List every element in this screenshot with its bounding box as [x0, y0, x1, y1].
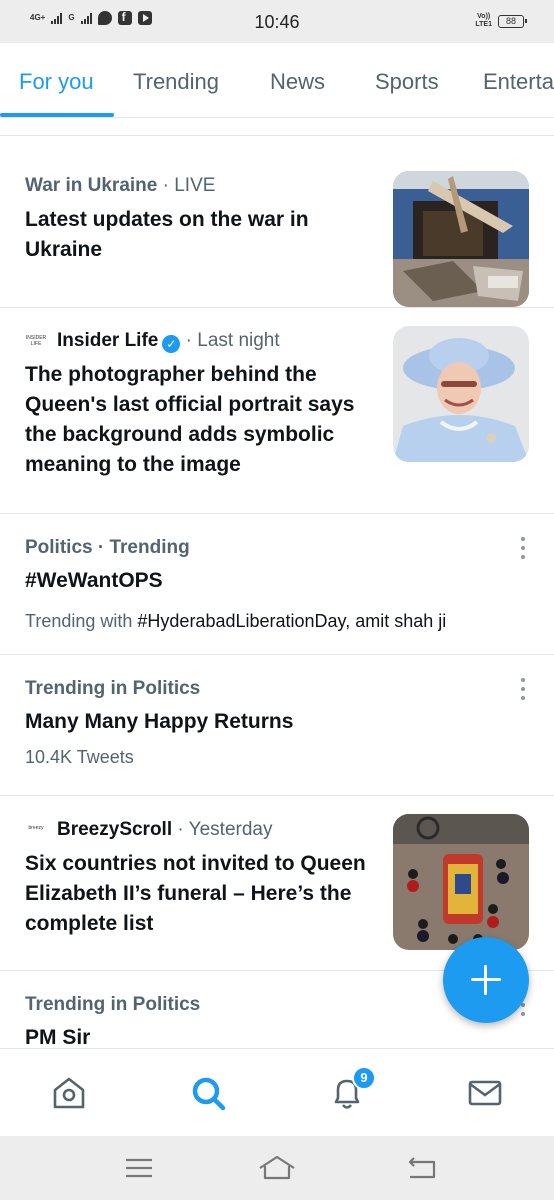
trend-card-happy-returns[interactable]: Trending in Politics Many Many Happy Ret… — [0, 655, 554, 796]
trend-category: Politics · Trending — [25, 537, 190, 558]
source-name: Insider Life — [57, 330, 159, 351]
live-label: LIVE — [174, 175, 216, 196]
search-icon[interactable] — [188, 1073, 228, 1113]
system-home-icon[interactable] — [257, 1152, 297, 1184]
notification-count-badge: 9 — [352, 1066, 376, 1090]
trend-title: #WeWantOPS — [25, 569, 163, 592]
volte-line2: LTE1 — [475, 21, 492, 28]
trend-tweet-count: 10.4K Tweets — [25, 747, 134, 767]
insider-life-logo: INSIDER LIFE — [25, 335, 47, 347]
source-time: Last night — [197, 330, 280, 351]
menu-icon[interactable] — [119, 1152, 159, 1184]
bottom-nav: 9 — [0, 1048, 554, 1136]
status-bar: 4G+ G 10:46 Vo))LTE1 88 — [0, 0, 554, 43]
trend-context: Trending with #HyderabadLiberationDay, a… — [25, 611, 446, 632]
trend-title: PM Sir — [25, 1026, 91, 1048]
tab-for-you[interactable]: For you — [19, 69, 94, 95]
more-options-icon[interactable] — [520, 678, 526, 700]
source-time-separator: · — [177, 819, 189, 840]
card-source: BreezyScroll · Yesterday — [57, 819, 272, 841]
trend-category: Trending in Politics — [25, 994, 201, 1015]
card-headline: The photographer behind the Queen's last… — [25, 363, 355, 476]
tab-sports[interactable]: Sports — [375, 69, 439, 95]
separator-dot: · — [162, 175, 169, 196]
card-headline: Latest updates on the war in Ukraine — [25, 208, 309, 261]
trend-title: Many Many Happy Returns — [25, 710, 294, 733]
volte-icon: Vo)) LTE1 — [475, 13, 492, 29]
card-meta: War in Ukraine · LIVE — [25, 175, 215, 197]
trending-with-items: #HyderabadLiberationDay, amit shah ji — [137, 611, 447, 631]
explore-feed[interactable]: War in Ukraine · LIVE Latest updates on … — [0, 118, 554, 1048]
card-headline: Six countries not invited to Queen Eliza… — [25, 852, 366, 935]
funeral-procession-photo[interactable] — [393, 814, 529, 950]
card-topic: War in Ukraine — [25, 175, 158, 196]
status-right-icons: Vo)) LTE1 88 — [475, 13, 527, 29]
home-icon[interactable] — [49, 1073, 89, 1113]
explore-tabs: For you Trending News Sports Entertainme… — [0, 43, 554, 118]
more-options-icon[interactable] — [520, 537, 526, 559]
feed-top-divider — [0, 118, 554, 136]
tab-entertainment[interactable]: Entertainment — [483, 69, 554, 95]
volte-line1: Vo)) — [477, 13, 491, 20]
tab-news[interactable]: News — [270, 69, 325, 95]
battery-icon: 88 — [498, 14, 527, 28]
breezyscroll-logo: breezy — [28, 825, 44, 831]
active-tab-indicator — [0, 113, 114, 117]
trend-category: Trending in Politics — [25, 678, 201, 699]
messages-envelope-icon[interactable] — [465, 1073, 505, 1113]
tab-trending[interactable]: Trending — [133, 69, 219, 95]
trending-with-label: Trending with — [25, 611, 133, 631]
queen-portrait-photo[interactable] — [393, 326, 529, 462]
trend-card-wewantops[interactable]: Politics · Trending #WeWantOPS Trending … — [0, 514, 554, 655]
source-time: Yesterday — [188, 819, 273, 840]
destroyed-building-photo[interactable] — [393, 171, 529, 307]
source-name: BreezyScroll — [57, 819, 173, 840]
back-icon[interactable] — [402, 1152, 442, 1184]
system-nav-bar — [0, 1136, 554, 1200]
news-card-ukraine[interactable]: War in Ukraine · LIVE Latest updates on … — [0, 136, 554, 308]
status-time: 10:46 — [254, 12, 300, 32]
compose-tweet-button[interactable] — [443, 937, 529, 1023]
news-card-queen-portrait[interactable]: INSIDER LIFE Insider Life ✓ · Last night … — [0, 308, 554, 514]
card-source: Insider Life ✓ · Last night — [57, 330, 280, 353]
source-time-separator: · — [185, 330, 198, 351]
verified-badge-icon: ✓ — [162, 335, 181, 353]
